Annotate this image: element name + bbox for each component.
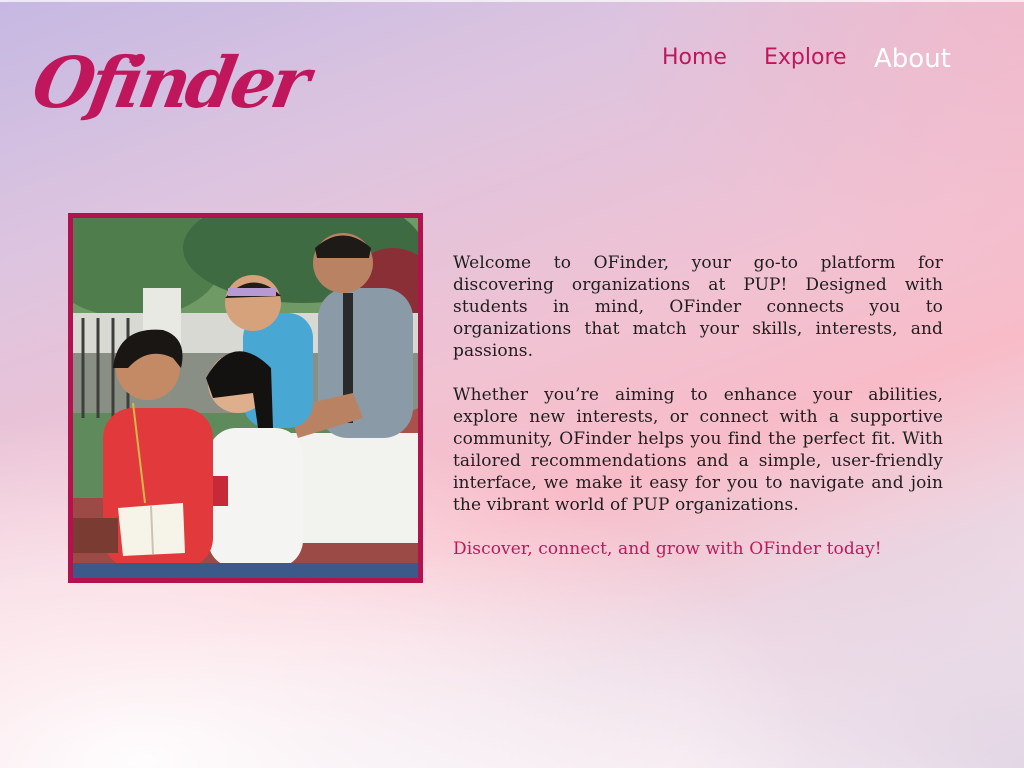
nav-link-explore[interactable]: Explore [764, 42, 847, 74]
about-paragraph-intro: Welcome to OFinder, your go-to platform … [453, 253, 943, 361]
students-photo-illustration [73, 218, 418, 578]
top-edge-divider [0, 0, 1024, 2]
nav-link-home[interactable]: Home [662, 42, 727, 74]
nav-link-about[interactable]: About [874, 42, 951, 76]
about-description: Welcome to OFinder, your go-to platform … [453, 252, 943, 582]
about-tagline: Discover, connect, and grow with OFinder… [453, 539, 882, 559]
students-photo [68, 213, 423, 583]
about-paragraph-details: Whether you’re aiming to enhance your ab… [453, 385, 943, 515]
ofinder-logo[interactable]: Ofinder [25, 34, 313, 132]
